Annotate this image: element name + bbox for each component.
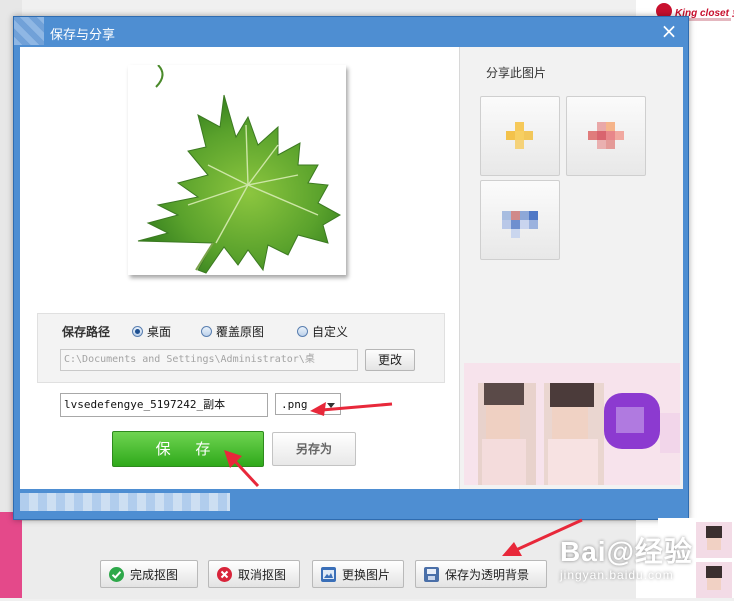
change-path-button[interactable]: 更改 (365, 349, 415, 371)
radio-custom-dot[interactable] (297, 326, 308, 337)
radio-overwrite-label: 覆盖原图 (216, 325, 265, 339)
share-icon-pixel (606, 140, 615, 149)
save-transparent-button[interactable]: 保存为透明背景 (415, 560, 547, 588)
radio-desktop[interactable]: 桌面 (132, 323, 171, 340)
dialog-titlebar: 保存与分享 × (14, 17, 688, 47)
radio-custom-label: 自定义 (312, 325, 349, 339)
change-image-label: 更换图片 (342, 567, 391, 582)
change-image-button[interactable]: 更换图片 (312, 560, 404, 588)
watermark: Bai@经验 jingyan.baidu.com (560, 530, 693, 582)
finish-cutout-button[interactable]: 完成抠图 (100, 560, 198, 588)
leaf-image (137, 64, 342, 274)
share-icon-pixel (511, 211, 520, 220)
radio-custom[interactable]: 自定义 (297, 323, 348, 340)
save-transparent-label: 保存为透明背景 (445, 567, 530, 582)
dialog-app-icon (14, 17, 44, 45)
save-path-panel: 保存路径 桌面 覆盖原图 自定义 C:\Documents and Settin… (37, 313, 445, 383)
share-icon-pixel (515, 140, 524, 149)
share-icon-pixel (502, 220, 511, 229)
share-icon-pixel (502, 211, 511, 220)
close-button[interactable]: × (658, 20, 680, 42)
finish-cutout-label: 完成抠图 (130, 567, 179, 582)
dialog-title: 保存与分享 (50, 28, 116, 43)
radio-overwrite[interactable]: 覆盖原图 (201, 323, 264, 340)
ad-banner-image (464, 363, 680, 485)
save-icon (424, 566, 439, 582)
cancel-cutout-label: 取消抠图 (238, 567, 287, 582)
watermark-sub: jingyan.baidu.com (560, 568, 674, 582)
save-path-field[interactable]: C:\Documents and Settings\Administrator\… (60, 349, 358, 371)
share-tile-1[interactable] (480, 96, 560, 176)
share-label: 分享此图片 (486, 66, 547, 80)
image-preview (128, 64, 346, 275)
save-share-dialog: 保存与分享 × 保存路径 桌面 覆盖原图 自定义 C:\Documents an… (13, 16, 689, 520)
share-icon-pixel (597, 131, 606, 140)
watermark-main: Bai@经验 (560, 536, 693, 567)
image-icon (321, 566, 336, 582)
radio-desktop-label: 桌面 (147, 325, 172, 339)
dialog-footer-blur (20, 493, 230, 511)
share-icon-pixel (529, 211, 538, 220)
share-icon-pixel (529, 220, 538, 229)
save-path-label: 保存路径 (62, 325, 111, 339)
annotation-arrow-save (224, 450, 260, 488)
radio-desktop-dot[interactable] (132, 326, 143, 337)
share-icon-pixel (597, 122, 606, 131)
ad-banner[interactable] (464, 363, 680, 485)
share-icon-pixel (520, 220, 529, 229)
share-icon-pixel (511, 220, 520, 229)
radio-overwrite-dot[interactable] (201, 326, 212, 337)
share-icon-pixel (597, 140, 606, 149)
dialog-body: 保存路径 桌面 覆盖原图 自定义 C:\Documents and Settin… (20, 47, 683, 489)
share-icon-pixel (615, 131, 624, 140)
share-icon-pixel (511, 229, 520, 238)
cancel-cutout-button[interactable]: 取消抠图 (208, 560, 300, 588)
share-icon-pixel (515, 122, 524, 131)
share-tile-2[interactable] (566, 96, 646, 176)
filename-input[interactable]: lvsedefengye_5197242_副本 (60, 393, 268, 417)
share-icon-pixel (515, 131, 524, 140)
share-icon-pixel (520, 211, 529, 220)
annotation-arrow-extension (310, 402, 393, 416)
background-pink-block (0, 512, 22, 598)
check-icon (109, 566, 124, 582)
save-as-button[interactable]: 另存为 (272, 432, 356, 466)
share-icon-pixel (606, 131, 615, 140)
share-panel: 分享此图片 (459, 47, 683, 489)
preview-area: 保存路径 桌面 覆盖原图 自定义 C:\Documents and Settin… (20, 47, 458, 489)
share-icon-pixel (524, 131, 533, 140)
cancel-icon (217, 566, 232, 582)
share-icon-pixel (506, 131, 515, 140)
share-icon-pixel (606, 122, 615, 131)
share-tile-3[interactable] (480, 180, 560, 260)
share-icon-pixel (588, 131, 597, 140)
